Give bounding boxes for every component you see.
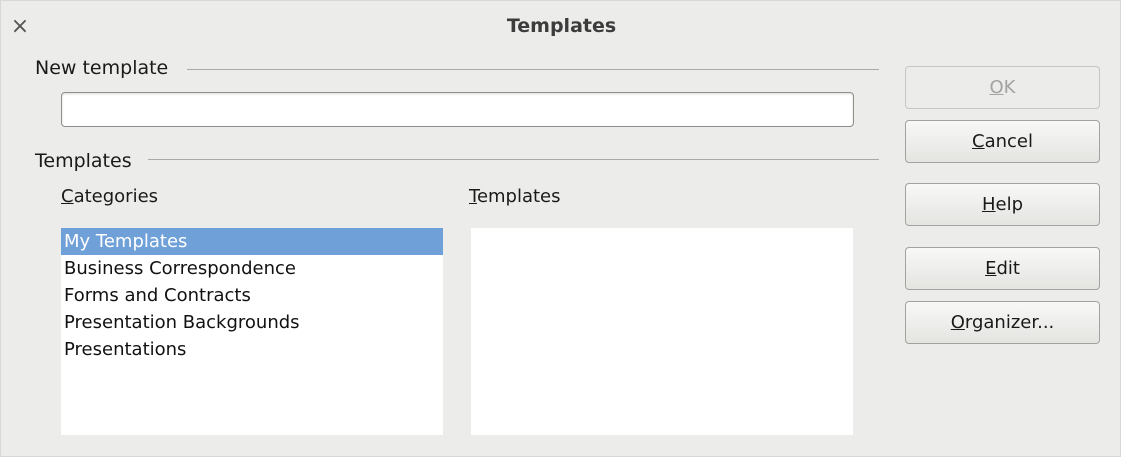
categories-listbox[interactable]: My Templates Business Correspondence For… [61, 228, 443, 435]
categories-label: Categories [61, 186, 158, 207]
templates-section-label: Templates [35, 150, 132, 172]
categories-label-mnemonic: C [61, 186, 74, 207]
ok-button[interactable]: OK [905, 66, 1100, 109]
category-item-presentations[interactable]: Presentations [61, 336, 443, 363]
templates-separator [148, 159, 879, 160]
templates-list-label: Templates [469, 186, 561, 207]
cancel-button-rest: ancel [984, 131, 1033, 152]
organizer-button-rest: rganizer... [964, 312, 1055, 333]
edit-button[interactable]: Edit [905, 247, 1100, 290]
templates-listbox[interactable] [471, 228, 853, 435]
cancel-button[interactable]: Cancel [905, 120, 1100, 163]
edit-button-mnemonic: E [985, 258, 997, 279]
organizer-button-mnemonic: O [950, 312, 965, 333]
help-button-rest: elp [995, 194, 1024, 215]
ok-button-rest: K [1003, 77, 1016, 98]
templates-list-label-mnemonic: T [469, 186, 477, 207]
help-button-mnemonic: H [981, 194, 996, 215]
ok-button-mnemonic: O [989, 77, 1004, 98]
templates-dialog: × Templates New template Templates Categ… [0, 0, 1121, 457]
new-template-section-label: New template [35, 57, 169, 79]
templates-list-label-rest: emplates [476, 186, 561, 207]
category-item-my-templates[interactable]: My Templates [61, 228, 443, 255]
new-template-separator [187, 69, 879, 70]
new-template-name-input[interactable] [61, 92, 854, 127]
help-button[interactable]: Help [905, 183, 1100, 226]
organizer-button[interactable]: Organizer... [905, 301, 1100, 344]
cancel-button-mnemonic: C [972, 131, 985, 152]
category-item-presentation-backgrounds[interactable]: Presentation Backgrounds [61, 309, 443, 336]
dialog-title: Templates [506, 15, 617, 37]
category-item-business-correspondence[interactable]: Business Correspondence [61, 255, 443, 282]
edit-button-rest: dit [996, 258, 1020, 279]
categories-label-rest: ategories [73, 186, 159, 207]
title-bar: × Templates [1, 1, 1121, 55]
category-item-forms-and-contracts[interactable]: Forms and Contracts [61, 282, 443, 309]
